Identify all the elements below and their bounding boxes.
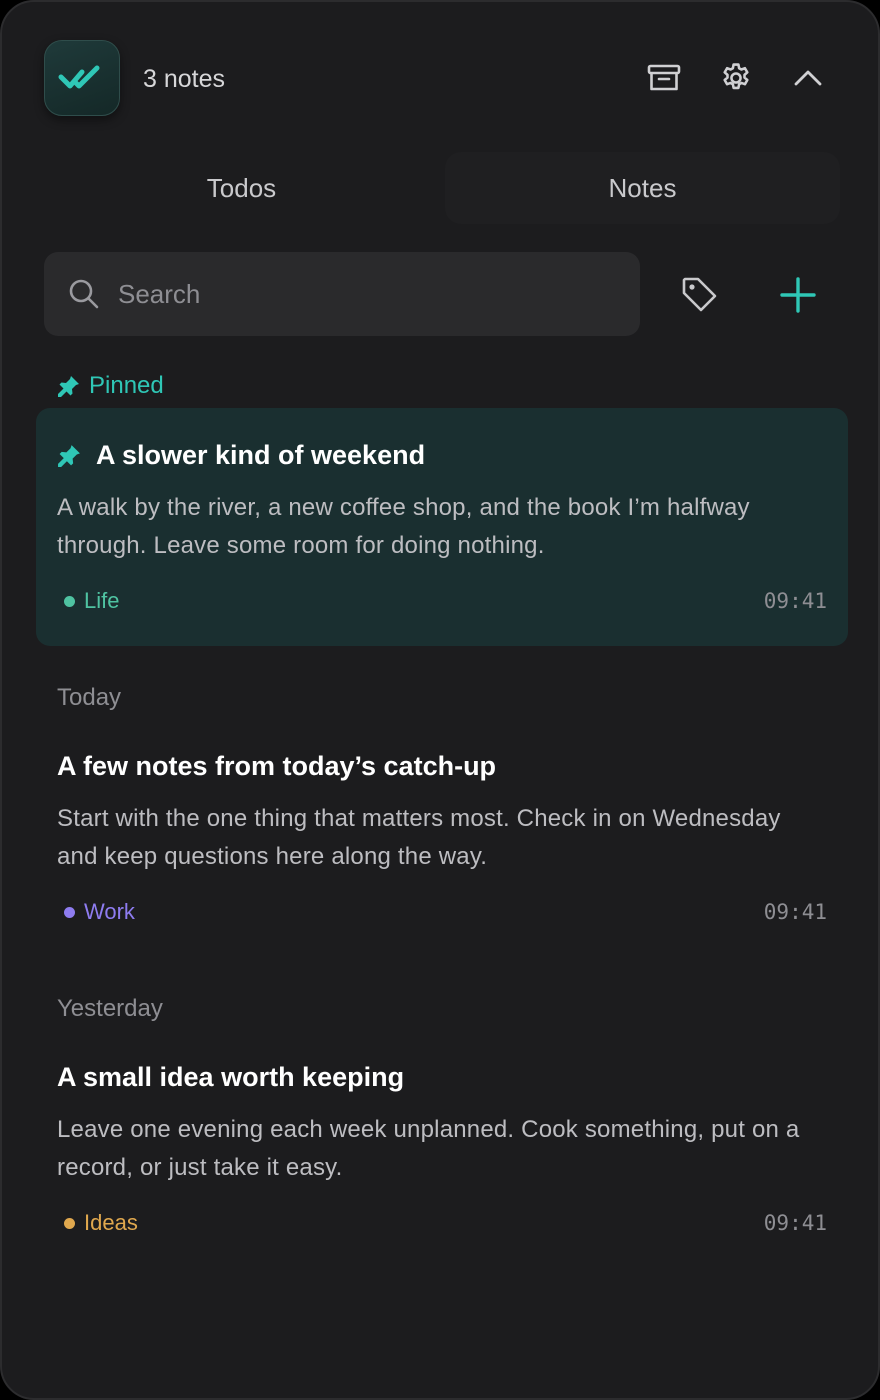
note-footer: Work 09:41 bbox=[64, 899, 827, 925]
tag-dot bbox=[64, 906, 75, 918]
tag-icon bbox=[682, 277, 717, 312]
tag-ideas[interactable]: Ideas bbox=[64, 1210, 138, 1236]
collapse-button[interactable] bbox=[784, 54, 832, 102]
archive-icon bbox=[647, 64, 681, 91]
note-card[interactable]: A few notes from today’s catch-up Start … bbox=[36, 719, 848, 957]
app-logo[interactable] bbox=[44, 40, 120, 116]
section-today: Today bbox=[57, 684, 122, 711]
note-title-text: A few notes from today’s catch-up bbox=[57, 751, 497, 781]
note-preview: Leave one evening each week unplanned. C… bbox=[57, 1116, 800, 1181]
settings-button[interactable] bbox=[712, 54, 760, 102]
archive-button[interactable] bbox=[640, 54, 688, 102]
search-icon bbox=[69, 279, 99, 309]
tag-work[interactable]: Work bbox=[64, 899, 135, 925]
note-title: A small idea worth keeping bbox=[57, 1060, 827, 1094]
pinned-section-label: Pinned bbox=[57, 372, 164, 400]
tag-dot bbox=[64, 1217, 75, 1229]
section-yesterday: Yesterday bbox=[57, 995, 163, 1022]
note-preview: Start with the one thing that matters mo… bbox=[57, 805, 781, 870]
pinned-label-text: Pinned bbox=[89, 372, 164, 399]
note-footer: Ideas 09:41 bbox=[64, 1210, 827, 1236]
note-card-pinned[interactable]: A slower kind of weekend A walk by the r… bbox=[36, 408, 848, 646]
notes-window: 3 notes Todos Notes Search Pinned A slow… bbox=[0, 0, 880, 1400]
note-card[interactable]: A small idea worth keeping Leave one eve… bbox=[36, 1030, 848, 1268]
add-note-button[interactable] bbox=[768, 265, 828, 325]
note-preview: A walk by the river, a new coffee shop, … bbox=[57, 494, 750, 559]
tag-filter-button[interactable] bbox=[670, 265, 730, 325]
note-time: 09:41 bbox=[763, 900, 827, 924]
note-title: A slower kind of weekend bbox=[57, 438, 827, 472]
search-input[interactable] bbox=[116, 277, 596, 311]
chevron-up-icon bbox=[794, 70, 822, 86]
pin-icon bbox=[58, 376, 79, 397]
note-title-text: A slower kind of weekend bbox=[96, 440, 426, 470]
tag-life[interactable]: Life bbox=[64, 588, 119, 614]
tab-notes[interactable]: Notes bbox=[445, 152, 840, 224]
pin-icon bbox=[58, 444, 80, 467]
double-check-icon bbox=[58, 65, 100, 89]
note-count: 3 notes bbox=[143, 65, 226, 93]
note-time: 09:41 bbox=[763, 589, 827, 613]
note-time: 09:41 bbox=[763, 1211, 827, 1235]
note-footer: Life 09:41 bbox=[64, 588, 827, 614]
tag-label: Work bbox=[84, 899, 135, 924]
tag-label: Life bbox=[84, 588, 120, 613]
search-box bbox=[44, 252, 640, 336]
tag-label: Ideas bbox=[84, 1210, 138, 1235]
gear-icon bbox=[723, 63, 749, 90]
tag-dot bbox=[64, 595, 75, 607]
note-title-text: A small idea worth keeping bbox=[57, 1062, 405, 1092]
note-title: A few notes from today’s catch-up bbox=[57, 749, 827, 783]
plus-icon bbox=[780, 277, 816, 313]
tab-todos[interactable]: Todos bbox=[44, 152, 439, 224]
